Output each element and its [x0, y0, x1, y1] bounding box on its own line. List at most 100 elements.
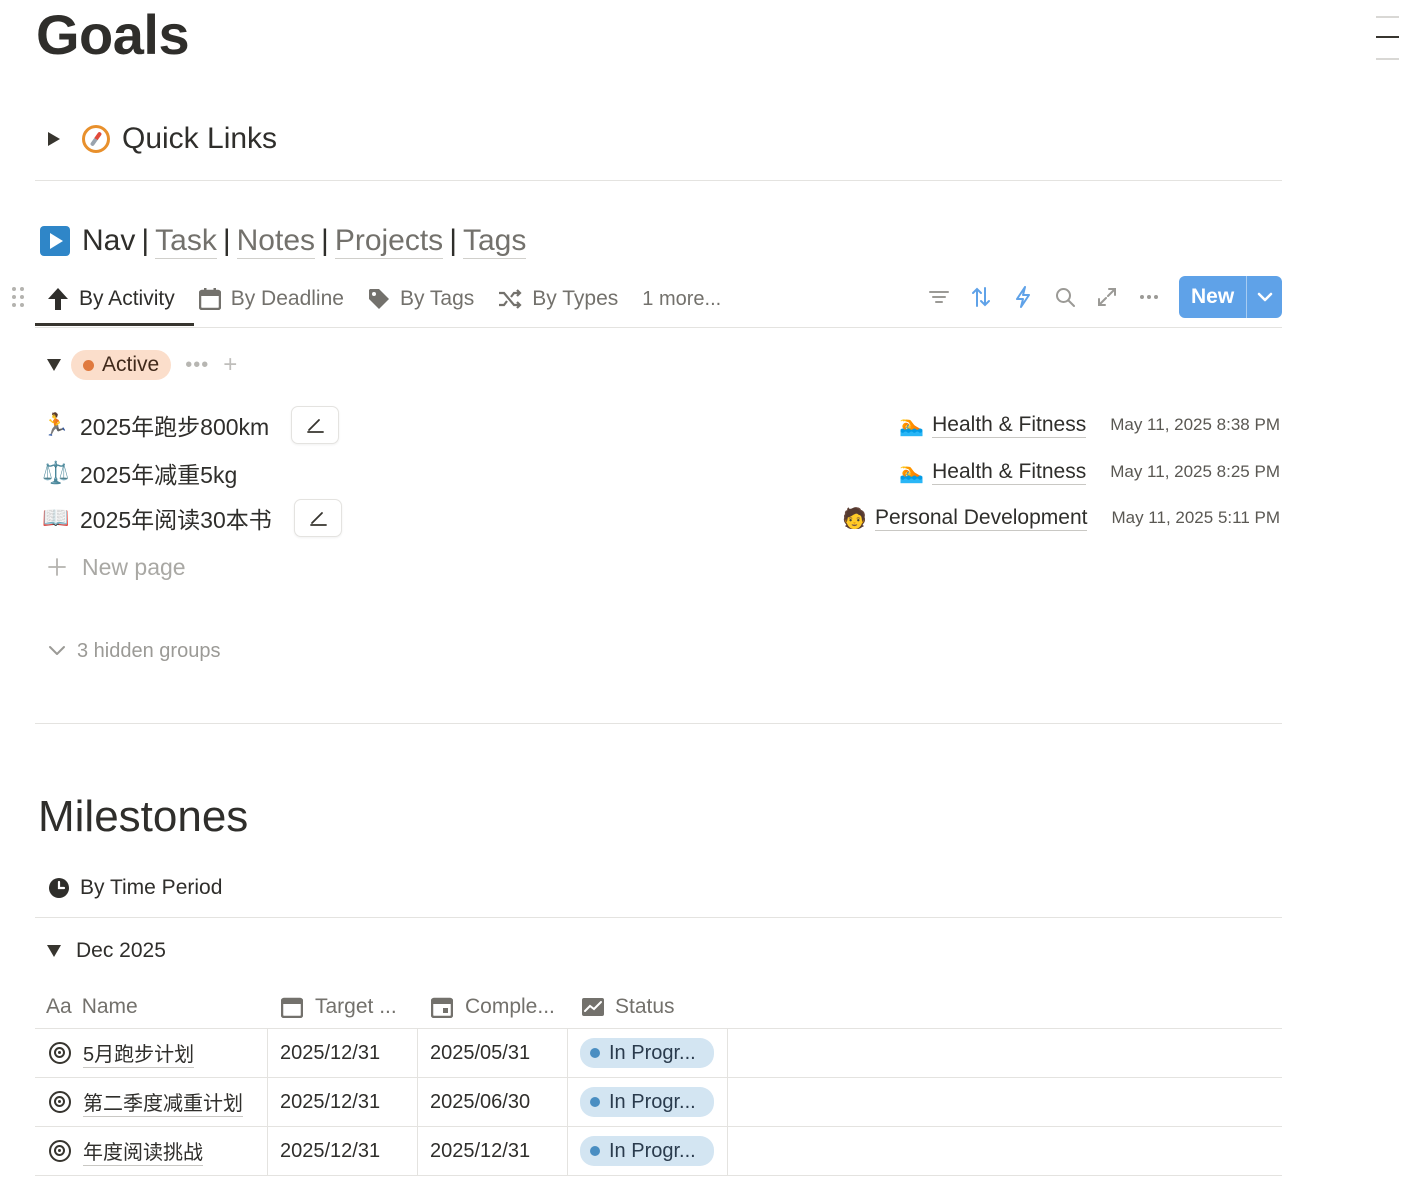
cell-target-date[interactable]: 2025/12/31 [280, 1078, 380, 1126]
sort-icon[interactable] [968, 284, 994, 310]
item-date: May 11, 2025 8:25 PM [1110, 462, 1280, 481]
new-page-label: New page [82, 553, 186, 580]
calendar-icon [281, 997, 303, 1018]
cell-target-date[interactable]: 2025/12/31 [280, 1029, 380, 1077]
more-views-button[interactable]: 1 more... [642, 288, 721, 311]
table-row-name[interactable]: 年度阅读挑战 [49, 1127, 203, 1175]
toggle-arrow-icon[interactable] [47, 945, 61, 957]
tab-by-tags[interactable]: By Tags [368, 287, 474, 311]
divider [35, 917, 1282, 918]
column-header-name[interactable]: Aa Name [46, 990, 138, 1024]
group-label: Dec 2025 [76, 939, 166, 962]
compass-icon [82, 125, 110, 153]
status-dot [590, 1146, 600, 1156]
item-title[interactable]: 2025年减重5kg [80, 456, 237, 490]
outline-line[interactable] [1376, 16, 1399, 18]
new-button[interactable]: New [1179, 276, 1282, 318]
nav-prefix: Nav [82, 224, 136, 257]
tag-link[interactable]: Personal Development [875, 506, 1088, 531]
edit-button[interactable] [293, 499, 342, 537]
table-row-name[interactable]: 5月跑步计划 [49, 1029, 195, 1077]
status-dot [590, 1097, 600, 1107]
plus-icon [48, 558, 66, 576]
cell-status[interactable]: In Progr... [580, 1029, 714, 1077]
swimmer-icon: 🏊 [899, 460, 925, 484]
edit-button[interactable] [291, 406, 340, 444]
balance-scale-icon: ⚖️ [42, 460, 70, 486]
status-dot [83, 359, 94, 371]
outline-line-current[interactable] [1376, 36, 1399, 38]
nav-link-projects[interactable]: Projects [334, 224, 444, 259]
add-icon[interactable]: + [223, 351, 237, 379]
cell-complete-date[interactable]: 2025/05/31 [430, 1029, 530, 1077]
tag-link[interactable]: Health & Fitness [932, 413, 1087, 438]
chevron-down-icon[interactable] [1247, 292, 1282, 302]
quick-links-heading: Quick Links [122, 122, 278, 155]
active-tab-indicator [35, 323, 194, 326]
column-label: Status [615, 995, 675, 1018]
status-badge-active[interactable]: Active [71, 350, 172, 380]
cell-complete-date[interactable]: 2025/12/31 [430, 1127, 530, 1175]
nav-link-notes[interactable]: Notes [236, 224, 316, 259]
column-divider [417, 1029, 418, 1176]
item-title[interactable]: 2025年跑步800km [80, 408, 269, 442]
tab-by-deadline[interactable]: By Deadline [198, 287, 344, 311]
expand-icon[interactable] [1094, 284, 1120, 310]
nav-link-tags[interactable]: Tags [462, 224, 527, 259]
row-name[interactable]: 第二季度减重计划 [83, 1087, 243, 1117]
search-icon[interactable] [1052, 284, 1078, 310]
group-options-icon[interactable]: ••• [185, 354, 209, 377]
hidden-groups-toggle[interactable]: 3 hidden groups [48, 636, 220, 666]
status-label: In Progr... [609, 1090, 696, 1113]
tab-label: By Types [532, 287, 619, 310]
tab-label: By Time Period [80, 876, 223, 899]
tag-link[interactable]: Health & Fitness [932, 460, 1087, 485]
nav-separator: | [222, 224, 231, 257]
group-header[interactable]: Dec 2025 [47, 936, 166, 966]
toggle-arrow-icon[interactable] [48, 132, 60, 146]
nav-link-task[interactable]: Task [155, 224, 217, 259]
filter-icon[interactable] [926, 284, 952, 310]
list-item[interactable]: 🏃 2025年跑步800km [42, 404, 340, 446]
toggle-arrow-icon[interactable] [47, 359, 61, 371]
nav-heading: Nav | Task | Notes | Projects | Tags [40, 220, 527, 262]
outline-line[interactable] [1376, 58, 1399, 60]
column-header-status[interactable]: Status [581, 990, 675, 1024]
column-divider [727, 1029, 728, 1176]
more-options-icon[interactable] [1136, 284, 1162, 310]
tab-by-time-period[interactable]: By Time Period [48, 872, 222, 904]
hidden-groups-label: 3 hidden groups [77, 639, 221, 662]
column-divider [567, 1029, 568, 1176]
status-label: In Progr... [609, 1139, 696, 1162]
column-header-complete[interactable]: Comple... [431, 990, 555, 1024]
cell-status[interactable]: In Progr... [580, 1127, 714, 1175]
active-group-header: Active ••• + [47, 350, 237, 380]
item-date: May 11, 2025 8:38 PM [1110, 415, 1280, 434]
new-page-button[interactable]: New page [48, 550, 186, 584]
clock-icon [49, 878, 69, 898]
table-row-name[interactable]: 第二季度减重计划 [49, 1078, 243, 1126]
list-item[interactable]: 📖 2025年阅读30本书 [42, 497, 342, 539]
new-button-label: New [1191, 285, 1235, 308]
quick-links-toggle[interactable]: Quick Links [48, 118, 277, 160]
item-title[interactable]: 2025年阅读30本书 [80, 501, 272, 535]
drag-handle-icon[interactable] [11, 286, 25, 313]
item-date: May 11, 2025 5:11 PM [1111, 508, 1280, 527]
cell-status[interactable]: In Progr... [580, 1078, 714, 1126]
target-icon [49, 1091, 71, 1113]
tab-by-types[interactable]: By Types [498, 287, 618, 311]
row-name[interactable]: 5月跑步计划 [83, 1038, 195, 1068]
nav-separator: | [321, 224, 329, 257]
row-name[interactable]: 年度阅读挑战 [83, 1136, 203, 1166]
column-header-target[interactable]: Target ... [281, 990, 397, 1024]
tab-label: By Activity [79, 287, 175, 310]
calendar-icon [198, 288, 221, 310]
status-badge: In Progr... [580, 1087, 714, 1117]
divider [35, 180, 1282, 181]
list-item[interactable]: ⚖️ 2025年减重5kg [42, 452, 237, 494]
calendar-icon [431, 997, 453, 1018]
automation-bolt-icon[interactable] [1010, 284, 1036, 310]
tab-by-activity[interactable]: By Activity [47, 287, 175, 311]
cell-target-date[interactable]: 2025/12/31 [280, 1127, 380, 1175]
cell-complete-date[interactable]: 2025/06/30 [430, 1078, 530, 1126]
